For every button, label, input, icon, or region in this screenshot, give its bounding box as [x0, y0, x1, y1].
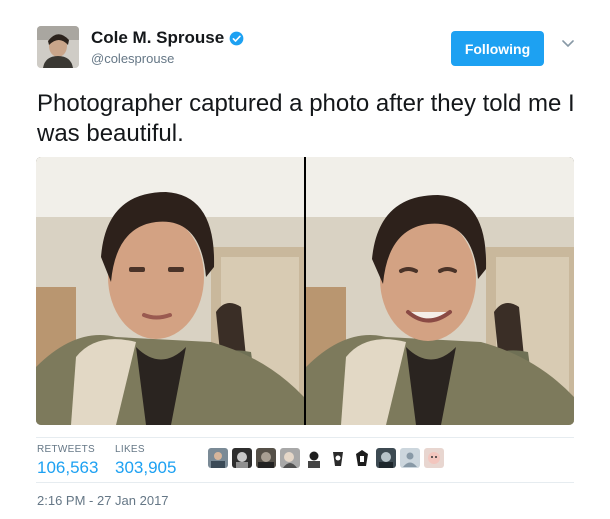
likes-count[interactable]: 303,905	[115, 458, 176, 478]
verified-badge-icon	[229, 31, 244, 45]
liker-avatars	[208, 448, 448, 468]
photo-before-image	[36, 157, 304, 425]
liker-avatar[interactable]	[280, 448, 300, 468]
liker-avatar[interactable]	[232, 448, 252, 468]
photo-after[interactable]	[306, 157, 574, 425]
liker-avatar[interactable]	[376, 448, 396, 468]
tweet-timestamp[interactable]: 2:16 PM - 27 Jan 2017	[37, 493, 169, 508]
stats-divider-bottom	[36, 482, 574, 483]
default-avatar-icon[interactable]	[400, 448, 420, 468]
avatar-image	[37, 26, 79, 68]
liker-avatar[interactable]	[208, 448, 228, 468]
liker-avatar[interactable]	[304, 448, 324, 468]
liker-avatar[interactable]	[352, 448, 372, 468]
photo-before[interactable]	[36, 157, 304, 425]
following-button[interactable]: Following	[451, 31, 544, 66]
likes-label: LIKES	[115, 444, 145, 455]
liker-avatar[interactable]	[424, 448, 444, 468]
liker-avatar[interactable]	[256, 448, 276, 468]
chevron-down-icon[interactable]	[562, 40, 574, 48]
stats-divider-top	[36, 437, 574, 438]
tweet-text: Photographer captured a photo after they…	[37, 90, 575, 147]
author-name[interactable]: Cole M. Sprouse	[91, 28, 224, 48]
author-avatar[interactable]	[37, 26, 79, 68]
author-handle[interactable]: @colesprouse	[91, 51, 174, 66]
likes-stat[interactable]: LIKES 303,905	[115, 444, 176, 478]
retweets-count[interactable]: 106,563	[37, 458, 98, 478]
liker-avatar[interactable]	[328, 448, 348, 468]
author-name-row[interactable]: Cole M. Sprouse	[91, 28, 244, 48]
retweets-label: RETWEETS	[37, 444, 95, 455]
retweets-stat[interactable]: RETWEETS 106,563	[37, 444, 98, 478]
media-grid	[36, 157, 574, 425]
photo-after-image	[306, 157, 574, 425]
